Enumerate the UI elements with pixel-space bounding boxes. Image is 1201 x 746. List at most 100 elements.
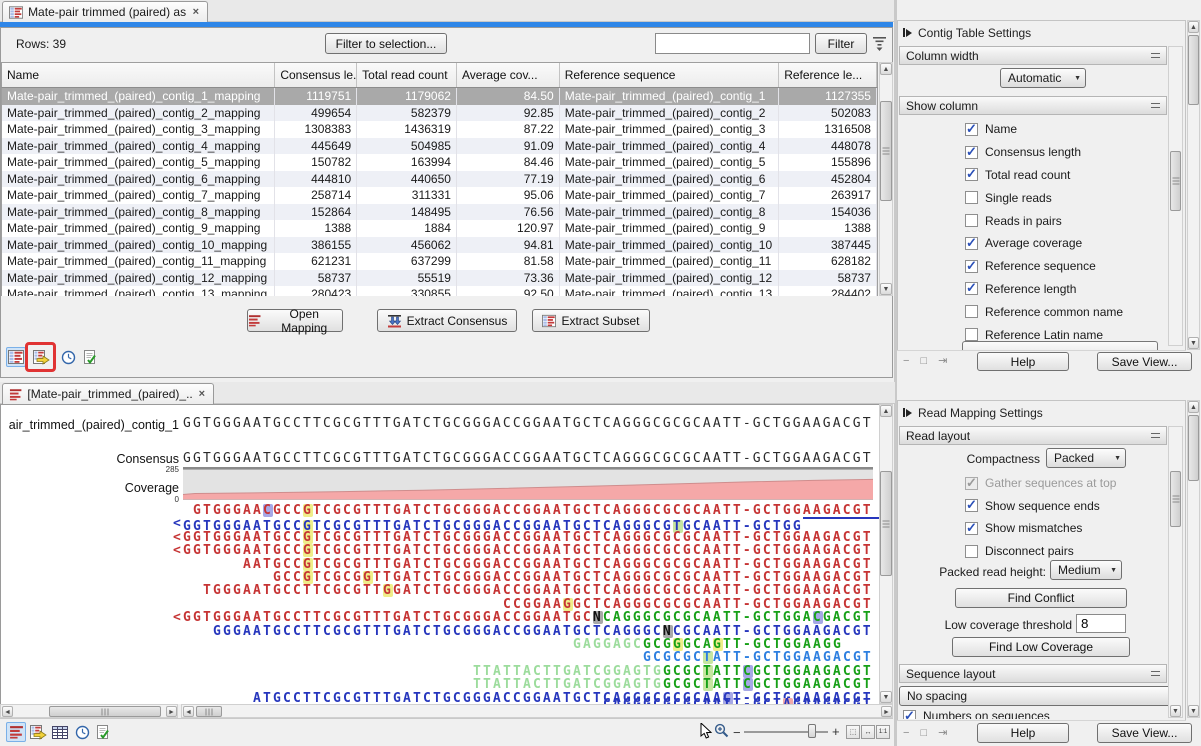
show-column-reference-sequence-checkbox[interactable]: Reference sequence [965, 255, 1165, 278]
filter-button[interactable]: Filter [815, 33, 867, 54]
table-row[interactable]: Mate-pair_trimmed_(paired)_contig_12_map… [2, 270, 877, 287]
zoom-in-plus[interactable]: + [832, 724, 840, 739]
table-row[interactable]: Mate-pair_trimmed_(paired)_contig_13_map… [2, 286, 877, 296]
contig-settings-header[interactable]: Contig Table Settings [903, 26, 1031, 40]
history-view-icon[interactable] [58, 347, 78, 367]
checkbox-icon[interactable] [903, 710, 916, 720]
checkbox-icon[interactable] [965, 260, 978, 273]
sequence-layout-group-header[interactable]: Sequence layout [899, 664, 1167, 683]
find-low-coverage-button[interactable]: Find Low Coverage [952, 637, 1130, 657]
zoom-out-minus[interactable]: − [733, 725, 741, 740]
fit-width-icon[interactable]: ↔ [861, 725, 875, 739]
low-coverage-threshold-input[interactable] [1076, 614, 1126, 633]
table-view-icon[interactable] [6, 347, 26, 367]
scroll-up-icon[interactable]: ▲ [880, 405, 892, 417]
label-horizontal-scrollbar[interactable]: ◄ ► [0, 704, 178, 718]
table-row[interactable]: Mate-pair_trimmed_(paired)_contig_1_mapp… [2, 88, 877, 105]
help-button[interactable]: Help [977, 352, 1069, 371]
numbers-on-sequences-checkbox[interactable]: Numbers on sequences [903, 709, 1163, 719]
checkbox-icon[interactable] [965, 123, 978, 136]
zoom-slider-thumb[interactable] [808, 724, 816, 738]
help-button[interactable]: Help [977, 723, 1069, 743]
show-column-group-header[interactable]: Show column [899, 96, 1167, 115]
show-column-reference-common-name-checkbox[interactable]: Reference common name [965, 300, 1165, 323]
element-info-icon[interactable] [92, 722, 112, 742]
table-row[interactable]: Mate-pair_trimmed_(paired)_contig_7_mapp… [2, 187, 877, 204]
right-panel-scrollbar-bottom[interactable]: ▲ ▼ [1187, 400, 1200, 718]
scroll-left-icon[interactable]: ◄ [2, 706, 13, 717]
checkbox-icon[interactable] [965, 545, 978, 558]
checkbox-icon[interactable] [965, 191, 978, 204]
column-header-name[interactable]: Name [2, 63, 275, 87]
zoom-100-icon[interactable]: 1:1 [876, 725, 890, 739]
show-sequence-ends-checkbox[interactable]: Show sequence ends [965, 495, 1175, 518]
checkbox-icon[interactable] [965, 499, 978, 512]
compactness-dropdown[interactable]: Packed ▼ [1046, 448, 1126, 468]
checkbox-icon[interactable] [965, 328, 978, 341]
table-scroll-thumb[interactable] [880, 101, 892, 201]
tab-read-mapping[interactable]: [Mate-pair_trimmed_(paired)_...] × [2, 383, 214, 404]
show-column-reads-in-pairs-checkbox[interactable]: Reads in pairs [965, 209, 1165, 232]
column-header-total-read-count[interactable]: Total read count [357, 63, 457, 87]
scroll-down-icon[interactable]: ▼ [1188, 705, 1199, 717]
extract-consensus-button[interactable]: Extract Consensus [377, 309, 517, 332]
contig-panel-scroll-thumb[interactable] [1170, 151, 1181, 211]
table-view-icon[interactable] [50, 722, 70, 742]
panel-dock-icons[interactable]: − □ ⇥ [903, 726, 951, 739]
show-column-average-coverage-checkbox[interactable]: Average coverage [965, 232, 1165, 255]
collapse-icon[interactable] [1151, 433, 1160, 438]
panel-dock-icons[interactable]: − □ ⇥ [903, 354, 951, 367]
sequence-horizontal-scrollbar[interactable]: ◄ ► [181, 704, 893, 718]
collapse-icon[interactable] [1151, 53, 1160, 58]
scroll-right-icon[interactable]: ► [166, 706, 177, 717]
mapping-view-icon[interactable] [6, 722, 26, 742]
contig-panel-scrollbar[interactable] [1168, 46, 1183, 346]
scroll-thumb[interactable] [196, 706, 222, 717]
scroll-up-icon[interactable]: ▲ [1188, 401, 1199, 413]
history-view-icon[interactable] [72, 722, 92, 742]
save-view-button[interactable]: Save View... [1097, 352, 1192, 371]
close-icon[interactable]: × [197, 388, 207, 400]
table-row[interactable]: Mate-pair_trimmed_(paired)_contig_10_map… [2, 237, 877, 254]
zoom-tool-icon[interactable] [714, 723, 730, 742]
table-row[interactable]: Mate-pair_trimmed_(paired)_contig_8_mapp… [2, 204, 877, 221]
checkbox-icon[interactable] [965, 168, 978, 181]
checkbox-icon[interactable] [965, 305, 978, 318]
column-header-consensus-le[interactable]: Consensus le... [275, 63, 357, 87]
checkbox-icon[interactable] [965, 282, 978, 295]
filter-input[interactable] [655, 33, 810, 54]
scroll-down-icon[interactable]: ▼ [880, 691, 892, 703]
checkbox-icon[interactable] [965, 237, 978, 250]
collapse-icon[interactable] [1151, 671, 1160, 676]
scroll-up-icon[interactable]: ▲ [1188, 21, 1199, 33]
cursor-tool-icon[interactable] [700, 723, 713, 742]
scroll-thumb[interactable] [49, 706, 161, 717]
panel-expand-icon[interactable] [903, 26, 912, 40]
column-header-reference-le[interactable]: Reference le... [779, 63, 877, 87]
show-column-single-reads-checkbox[interactable]: Single reads [965, 186, 1165, 209]
read-layout-group-header[interactable]: Read layout [899, 426, 1167, 445]
save-view-button[interactable]: Save View... [1097, 723, 1192, 743]
right-panel-scrollbar-top[interactable]: ▲ ▼ [1187, 20, 1200, 350]
checkbox-icon[interactable] [965, 214, 978, 227]
show-column-total-read-count-checkbox[interactable]: Total read count [965, 164, 1165, 187]
checkbox-icon[interactable] [965, 522, 978, 535]
show-column-reference-length-checkbox[interactable]: Reference length [965, 278, 1165, 301]
show-column-name-checkbox[interactable]: Name [965, 118, 1165, 141]
disconnect-pairs-checkbox[interactable]: Disconnect pairs [965, 540, 1175, 563]
panel-expand-icon[interactable] [903, 406, 912, 420]
close-icon[interactable]: × [191, 6, 201, 18]
filter-to-selection-button[interactable]: Filter to selection... [325, 33, 447, 54]
mapping-panel-scroll-thumb[interactable] [1170, 471, 1181, 527]
show-column-consensus-length-checkbox[interactable]: Consensus length [965, 141, 1165, 164]
table-row[interactable]: Mate-pair_trimmed_(paired)_contig_6_mapp… [2, 171, 877, 188]
scroll-down-icon[interactable]: ▼ [1188, 337, 1199, 349]
scroll-right-icon[interactable]: ► [881, 706, 892, 717]
scroll-left-icon[interactable]: ◄ [183, 706, 194, 717]
open-mapping-button[interactable]: Open Mapping [247, 309, 343, 332]
table-row[interactable]: Mate-pair_trimmed_(paired)_contig_4_mapp… [2, 138, 877, 155]
table-row[interactable]: Mate-pair_trimmed_(paired)_contig_3_mapp… [2, 121, 877, 138]
scroll-down-icon[interactable]: ▼ [1170, 705, 1181, 717]
scroll-down-icon[interactable]: ▼ [880, 283, 892, 295]
show-mismatches-checkbox[interactable]: Show mismatches [965, 517, 1175, 540]
